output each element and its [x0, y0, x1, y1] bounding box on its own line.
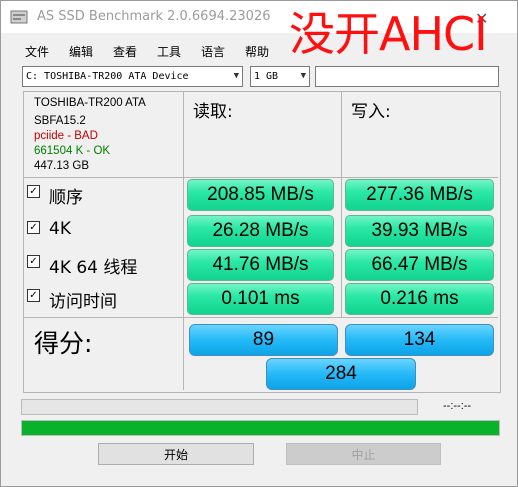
size-select-value: 1 GB — [254, 71, 279, 82]
divider — [341, 92, 342, 317]
menu-language[interactable]: 语言 — [201, 43, 225, 60]
divider — [183, 92, 184, 390]
device-name: TOSHIBA-TR200 ATA — [34, 97, 146, 109]
row-4k64-label[interactable]: ✓ 4K 64 线程 — [27, 253, 137, 278]
checkbox-icon[interactable]: ✓ — [27, 221, 40, 234]
checkbox-icon[interactable]: ✓ — [27, 185, 40, 198]
menu-edit[interactable]: 编辑 — [69, 43, 93, 60]
menu-view[interactable]: 查看 — [113, 43, 137, 60]
column-write-header: 写入: — [351, 102, 391, 122]
test-progress-track — [21, 399, 418, 415]
score-total: 284 — [266, 358, 416, 390]
result-4k-write: 39.93 MB/s — [345, 215, 494, 247]
result-access-write: 0.216 ms — [345, 283, 494, 315]
row-4k-label[interactable]: ✓ 4K — [27, 219, 71, 239]
device-firmware: SBFA15.2 — [34, 115, 86, 127]
device-driver-status: pciide - BAD — [34, 130, 98, 142]
result-seq-write: 277.36 MB/s — [345, 179, 494, 211]
column-read-header: 读取: — [193, 102, 233, 122]
drive-select-value: C: TOSHIBA-TR200 ATA Device — [26, 71, 189, 82]
size-select[interactable]: 1 GB ▼ — [250, 66, 310, 87]
score-write: 134 — [345, 324, 494, 356]
extra-input[interactable] — [315, 66, 499, 87]
result-4k-read: 26.28 MB/s — [187, 215, 334, 247]
score-label: 得分: — [34, 329, 93, 358]
score-read: 89 — [189, 324, 338, 356]
drive-select[interactable]: C: TOSHIBA-TR200 ATA Device ▼ — [22, 66, 243, 87]
window-title: AS SSD Benchmark 2.0.6694.23026 — [37, 9, 271, 24]
divider — [24, 317, 498, 318]
result-4k64-read: 41.76 MB/s — [187, 249, 334, 281]
result-access-read: 0.101 ms — [187, 283, 334, 315]
device-alignment-status: 661504 K - OK — [34, 145, 111, 157]
row-seq-label[interactable]: ✓ 顺序 — [27, 183, 83, 208]
chevron-down-icon: ▼ — [233, 71, 239, 81]
overall-progress-fill — [22, 421, 499, 435]
row-access-time-label[interactable]: ✓ 访问时间 — [27, 287, 117, 312]
stop-button[interactable]: 中止 — [286, 443, 441, 465]
checkbox-icon[interactable]: ✓ — [27, 255, 40, 268]
result-4k64-write: 66.47 MB/s — [345, 249, 494, 281]
result-seq-read: 208.85 MB/s — [187, 179, 334, 211]
divider — [24, 177, 498, 178]
menu-tools[interactable]: 工具 — [157, 43, 181, 60]
menu-file[interactable]: 文件 — [25, 43, 49, 60]
elapsed-time: --:--:-- — [443, 400, 472, 412]
overall-progress-bar — [21, 420, 500, 436]
menu-help[interactable]: 帮助 — [245, 43, 269, 60]
device-capacity: 447.13 GB — [34, 160, 89, 172]
checkbox-icon[interactable]: ✓ — [27, 289, 40, 302]
app-window: AS SSD Benchmark 2.0.6694.23026 ✕ 没开AHCI… — [0, 0, 518, 487]
start-button[interactable]: 开始 — [98, 443, 254, 465]
menu-bar: 文件 编辑 查看 工具 语言 帮助 — [1, 40, 517, 62]
app-icon — [10, 10, 28, 24]
chevron-down-icon: ▼ — [300, 71, 306, 81]
